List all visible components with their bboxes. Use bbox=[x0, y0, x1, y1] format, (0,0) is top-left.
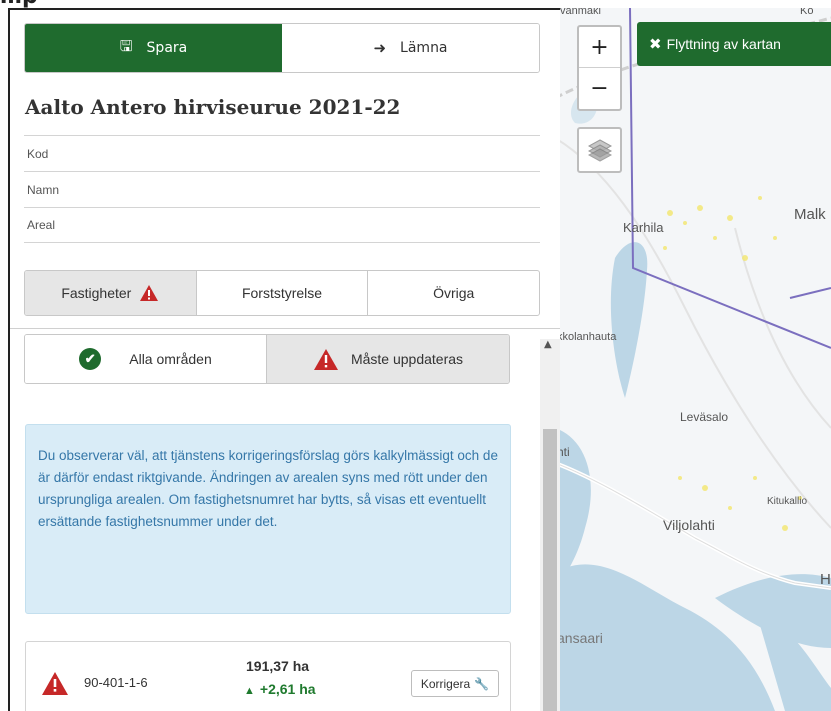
floppy-disk-icon: 🖫 bbox=[119, 36, 133, 55]
move-arrows-icon: ✖ bbox=[649, 36, 662, 53]
filter-all-button[interactable]: ✔ Alla områden bbox=[25, 335, 267, 383]
property-row: 90-401-1-6 191,37 ha ▲ +2,61 ha Korrigera… bbox=[25, 641, 511, 711]
scrollbar[interactable]: ▲ bbox=[540, 339, 560, 711]
wrench-icon: 🔧 bbox=[474, 676, 490, 691]
map-place-label: Karhila bbox=[623, 220, 664, 235]
scroll-thumb[interactable] bbox=[543, 429, 557, 711]
warning-icon bbox=[140, 285, 159, 301]
warning-icon bbox=[42, 672, 68, 695]
property-list-area: ▲ ✔ Alla områden Måste uppdateras Du obs… bbox=[10, 329, 560, 711]
save-button[interactable]: 🖫 Spara bbox=[25, 24, 282, 72]
layers-icon bbox=[587, 139, 612, 162]
correct-button[interactable]: Korrigera 🔧 bbox=[411, 670, 499, 697]
tab-bar: Fastigheter Forststyrelse Övriga bbox=[24, 270, 540, 316]
filter-toggle: ✔ Alla områden Måste uppdateras bbox=[24, 334, 510, 384]
map-place-label: ansaari bbox=[557, 630, 603, 646]
tab-other[interactable]: Övriga bbox=[368, 271, 539, 315]
side-panel: 🖫 Spara ➜ Lämna Aalto Antero hirviseurue… bbox=[8, 8, 560, 711]
action-buttons: 🖫 Spara ➜ Lämna bbox=[24, 23, 540, 73]
map-place-label: kkolanhauta bbox=[557, 331, 617, 343]
tab-properties[interactable]: Fastigheter bbox=[25, 271, 197, 315]
property-area-change: ▲ +2,61 ha bbox=[244, 681, 316, 697]
map-background bbox=[555, 8, 831, 711]
check-circle-icon: ✔ bbox=[79, 348, 102, 370]
save-label: Spara bbox=[146, 40, 188, 56]
zoom-in-button[interactable]: + bbox=[579, 27, 620, 68]
field-code: Kod bbox=[24, 135, 540, 171]
map-place-label: Leväsalo bbox=[680, 410, 729, 424]
app-root: …p bbox=[0, 0, 831, 711]
page-title: Aalto Antero hirviseurue 2021-22 bbox=[25, 95, 401, 119]
cropped-page-heading: …p bbox=[0, 0, 38, 9]
info-notice: Du observerar väl, att tjänstens korrige… bbox=[25, 424, 511, 614]
sign-out-icon: ➜ bbox=[373, 39, 387, 57]
info-notice-text: Du observerar väl, att tjänstens korrige… bbox=[38, 448, 498, 529]
filter-all-label: Alla områden bbox=[129, 351, 212, 367]
map-canvas[interactable]: vanmäki Ko Karhila Malk kkolanhauta Levä… bbox=[555, 8, 831, 711]
filter-must-update-button[interactable]: Måste uppdateras bbox=[267, 335, 509, 383]
map-place-label: Malk bbox=[794, 206, 826, 223]
map-place-label: vanmäki bbox=[560, 8, 601, 17]
property-id: 90-401-1-6 bbox=[84, 675, 148, 690]
layers-button[interactable] bbox=[577, 127, 622, 173]
field-name: Namn bbox=[24, 171, 540, 207]
field-area: Areal bbox=[24, 207, 540, 243]
zoom-control: + − bbox=[577, 25, 622, 111]
map-place-label: Viljolahti bbox=[663, 517, 715, 533]
zoom-out-button[interactable]: − bbox=[579, 68, 620, 109]
move-map-button[interactable]: ✖ Flyttning av kartan bbox=[637, 22, 831, 66]
map-place-label: Kitukallio bbox=[767, 496, 808, 507]
info-fields: Kod Namn Areal bbox=[24, 135, 540, 243]
correct-label: Korrigera bbox=[420, 676, 471, 691]
map-place-label: H bbox=[820, 571, 831, 588]
tab-forest-board[interactable]: Forststyrelse bbox=[197, 271, 369, 315]
leave-button[interactable]: ➜ Lämna bbox=[282, 24, 539, 72]
leave-label: Lämna bbox=[400, 40, 448, 56]
move-map-label: Flyttning av kartan bbox=[666, 36, 781, 52]
property-area-change-value: +2,61 ha bbox=[259, 681, 316, 697]
tab-properties-label: Fastigheter bbox=[61, 285, 132, 301]
property-area: 191,37 ha bbox=[246, 658, 310, 674]
warning-icon bbox=[313, 348, 338, 370]
filter-must-update-label: Måste uppdateras bbox=[350, 351, 464, 367]
caret-up-icon: ▲ bbox=[244, 685, 255, 697]
map-place-label: Ko bbox=[800, 8, 814, 17]
scroll-up-icon[interactable]: ▲ bbox=[544, 339, 552, 350]
